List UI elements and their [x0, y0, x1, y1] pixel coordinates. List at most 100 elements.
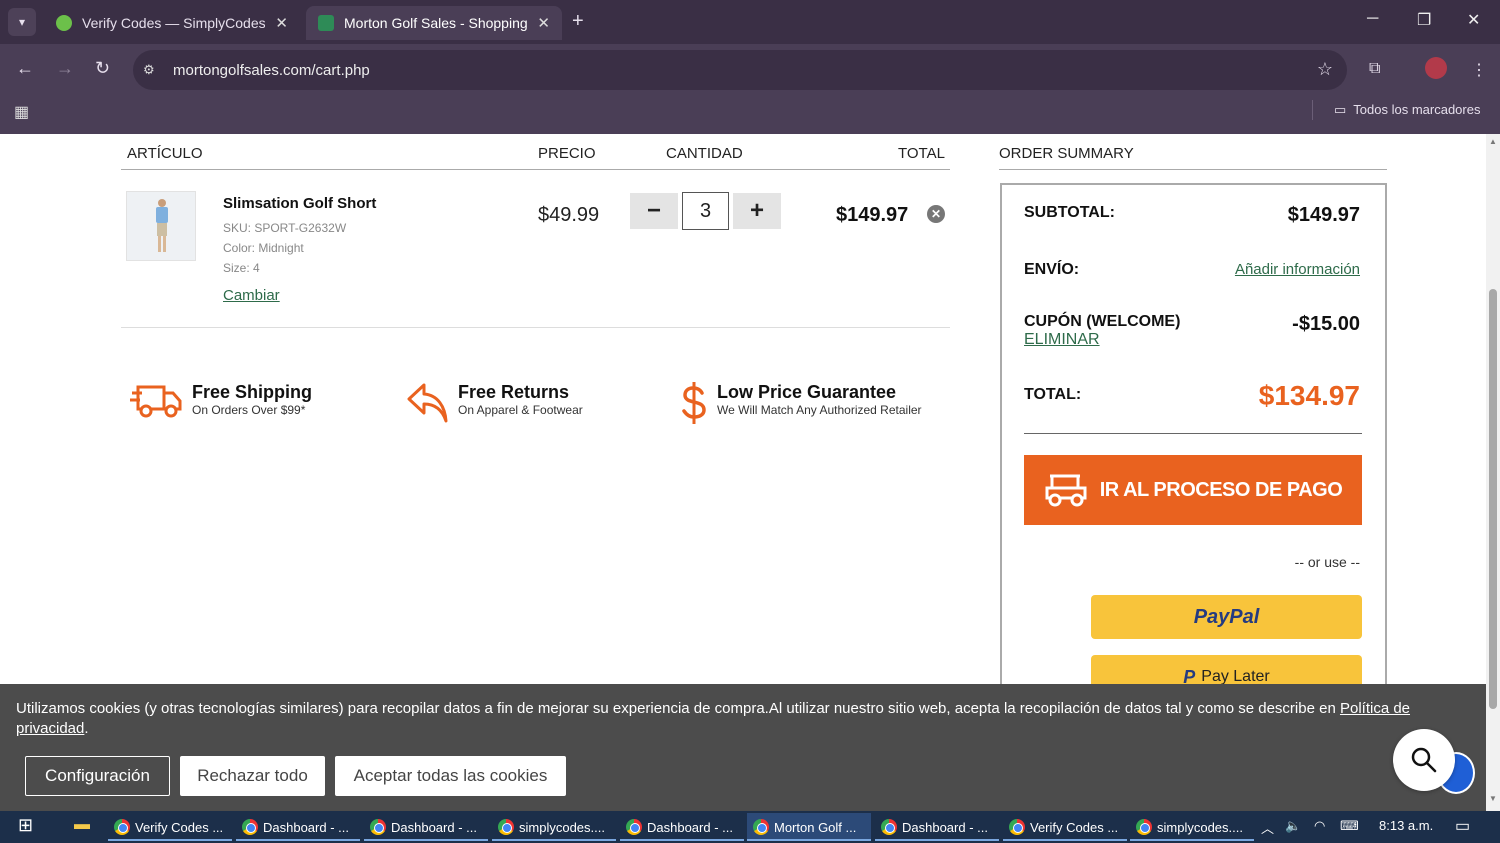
close-tab-icon[interactable]: ✕ [537, 14, 550, 32]
keyboard-icon[interactable]: ⌨ [1340, 818, 1359, 834]
remove-item-icon[interactable]: ✕ [927, 205, 945, 223]
cookie-consent-banner: Utilizamos cookies (y otras tecnologías … [0, 684, 1486, 811]
dollar-icon [682, 382, 706, 424]
taskbar-item[interactable]: Dashboard - ... [875, 813, 999, 841]
chrome-icon [1136, 819, 1152, 835]
line-total: $149.97 [836, 204, 909, 226]
folder-icon: ▭ [1334, 102, 1347, 117]
product-color: Color: Midnight [223, 241, 304, 255]
taskbar-item-label: simplycodes.... [519, 819, 605, 835]
total-divider [1024, 433, 1362, 434]
taskbar-item[interactable]: simplycodes.... [1130, 813, 1254, 841]
tab-search-chevron-icon[interactable]: ▾ [8, 8, 36, 36]
cookie-message-end: . [84, 720, 89, 737]
taskbar-item-label: Dashboard - ... [263, 819, 349, 835]
taskbar-underline [108, 839, 232, 841]
taskbar-item[interactable]: Verify Codes ... [108, 813, 232, 841]
close-window-icon[interactable]: ✕ [1467, 10, 1480, 30]
change-item-link[interactable]: Cambiar [223, 287, 280, 304]
search-fab-button[interactable] [1393, 729, 1455, 791]
tab-morton-golf[interactable]: Morton Golf Sales - Shopping C ✕ [306, 6, 562, 40]
start-grid-icon[interactable]: ⊞ [18, 815, 33, 836]
taskbar-item-label: Dashboard - ... [391, 819, 477, 835]
checkout-button[interactable]: IR AL PROCESO DE PAGO [1024, 455, 1362, 525]
page-scrollbar[interactable]: ▲ ▼ [1486, 134, 1500, 811]
quantity-input[interactable]: 3 [682, 192, 729, 230]
taskbar-item[interactable]: Verify Codes ... [1003, 813, 1127, 841]
restore-window-icon[interactable]: ❐ [1417, 10, 1431, 30]
taskbar-underline [236, 839, 360, 841]
bookmark-star-icon[interactable]: ☆ [1317, 59, 1333, 80]
all-bookmarks-button[interactable]: ▭ Todos los marcadores [1334, 102, 1480, 118]
taskbar-underline [364, 839, 488, 841]
back-arrow-icon[interactable]: ← [16, 58, 34, 79]
cookie-message: Utilizamos cookies (y otras tecnologías … [16, 699, 1436, 739]
checkout-label: IR AL PROCESO DE PAGO [1099, 478, 1343, 501]
close-tab-icon[interactable]: ✕ [275, 14, 288, 32]
notifications-icon[interactable]: ▭ [1455, 816, 1470, 836]
decrease-quantity-button[interactable]: − [630, 193, 678, 229]
minimize-window-icon[interactable]: ─ [1367, 10, 1378, 28]
reject-all-cookies-button[interactable]: Rechazar todo [180, 756, 325, 796]
product-name[interactable]: Slimsation Golf Short [223, 195, 376, 212]
wifi-icon[interactable]: ◠ [1314, 818, 1325, 834]
apps-grid-icon[interactable]: ▦ [14, 102, 29, 122]
taskbar-item[interactable]: Dashboard - ... [364, 813, 488, 841]
unit-price: $49.99 [538, 204, 600, 226]
product-size: Size: 4 [223, 261, 260, 275]
add-shipping-info-link[interactable]: Añadir información [1235, 261, 1360, 278]
taskbar-underline [1130, 839, 1254, 841]
feature-free-shipping: Free Shipping On Orders Over $99* [130, 381, 312, 421]
golfer-figure-image [156, 199, 168, 252]
taskbar-item-label: Dashboard - ... [647, 819, 733, 835]
taskbar-item[interactable]: simplycodes.... [492, 813, 616, 841]
chrome-icon [881, 819, 897, 835]
extensions-puzzle-icon[interactable]: ⧉ [1369, 60, 1380, 78]
browser-menu-icon[interactable]: ⋮ [1471, 60, 1487, 80]
column-header-total: TOTAL [898, 145, 945, 162]
or-use-text: -- or use -- [1294, 554, 1360, 570]
product-thumbnail[interactable] [126, 191, 196, 261]
taskbar-underline [492, 839, 616, 841]
taskbar-item[interactable]: Dashboard - ... [620, 813, 744, 841]
truck-icon [130, 385, 182, 418]
tray-chevron-up-icon[interactable]: ︿ [1261, 818, 1274, 837]
feature-title: Free Shipping [192, 382, 313, 402]
increase-quantity-button[interactable]: + [733, 193, 781, 229]
address-bar[interactable]: ⚙ mortongolfsales.com/cart.php ☆ [133, 50, 1347, 90]
feature-title: Free Returns [458, 382, 570, 402]
taskbar-item-label: Dashboard - ... [902, 819, 988, 835]
profile-avatar[interactable] [1425, 57, 1447, 79]
cookie-message-text: Utilizamos cookies (y otras tecnologías … [16, 700, 1340, 717]
scroll-up-arrow-icon[interactable]: ▲ [1489, 137, 1497, 146]
forward-arrow-icon[interactable]: → [56, 58, 74, 79]
cart-page: ARTÍCULO PRECIO CANTIDAD TOTAL Slimsatio… [0, 134, 1500, 811]
tab-verify-codes[interactable]: Verify Codes — SimplyCodes ✕ [44, 6, 300, 40]
cookie-settings-button[interactable]: Configuración [25, 756, 170, 796]
simplycodes-favicon-icon [56, 15, 72, 31]
total-row: TOTAL: $134.97 [1024, 380, 1360, 411]
windows-taskbar: ⊞ ▬ Verify Codes ... Dashboard - ... Das… [0, 811, 1500, 843]
volume-icon[interactable]: 🔈 [1285, 818, 1301, 834]
taskbar-item-label: Verify Codes ... [135, 819, 224, 835]
taskbar-underline [620, 839, 744, 841]
shipping-row: ENVÍO: Añadir información [1024, 261, 1360, 279]
scrollbar-thumb[interactable] [1489, 289, 1497, 709]
taskbar-item-active[interactable]: Morton Golf ... [747, 813, 871, 841]
accept-all-cookies-button[interactable]: Aceptar todas las cookies [335, 756, 566, 796]
taskbar-clock[interactable]: 8:13 a.m. [1379, 818, 1433, 833]
chrome-icon [498, 819, 514, 835]
golf-cart-icon [1045, 474, 1087, 507]
feature-free-returns: Free Returns On Apparel & Footwear [406, 381, 583, 425]
reload-icon[interactable]: ↻ [95, 58, 110, 79]
scroll-down-arrow-icon[interactable]: ▼ [1489, 794, 1497, 803]
taskbar-underline [1003, 839, 1127, 841]
url-text[interactable]: mortongolfsales.com/cart.php [173, 62, 370, 79]
new-tab-plus-icon[interactable]: + [572, 10, 584, 33]
taskbar-item[interactable]: Dashboard - ... [236, 813, 360, 841]
paypal-button[interactable]: PayPal [1091, 595, 1362, 639]
site-settings-icon[interactable]: ⚙ [143, 62, 165, 78]
file-explorer-icon[interactable]: ▬ [74, 816, 90, 834]
feature-title: Low Price Guarantee [717, 382, 897, 402]
tab-title: Verify Codes — SimplyCodes [82, 15, 266, 31]
